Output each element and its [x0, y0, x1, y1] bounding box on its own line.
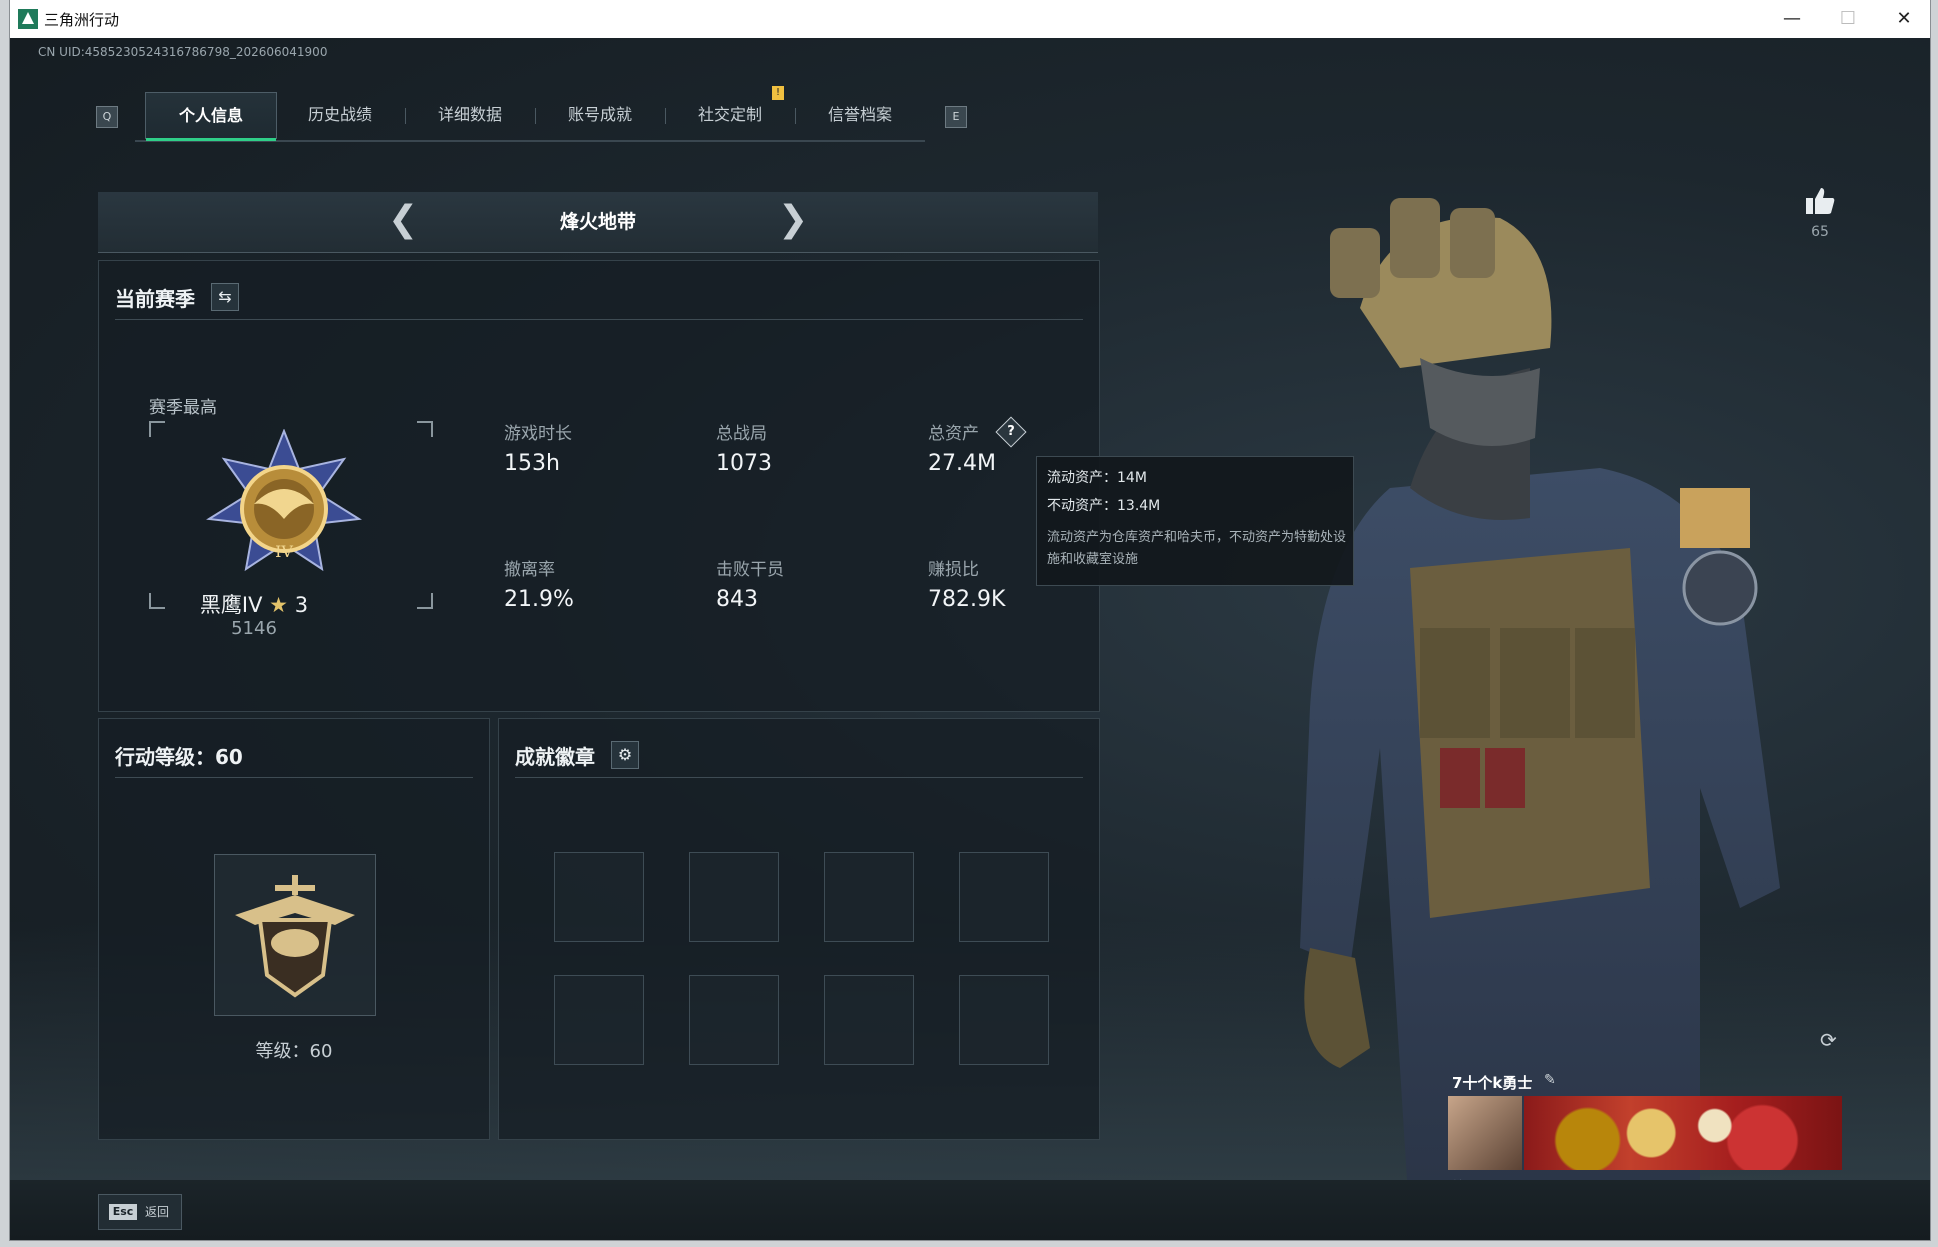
stat-extraction-rate-value: 21.9%	[504, 587, 574, 612]
stat-profit-ratio-value: 782.9K	[928, 587, 1006, 612]
tooltip-note: 流动资产为仓库资产和哈夫币，不动资产为特勤处设施和收藏室设施	[1047, 530, 1347, 567]
rank-name-row: 黑鹰IV ★ 3	[129, 589, 379, 619]
app-logo-icon	[18, 9, 38, 29]
panel-divider	[115, 319, 1083, 320]
help-icon[interactable]: ?	[995, 416, 1027, 448]
panel-divider	[515, 777, 1083, 778]
rank-points: 5146	[231, 618, 277, 639]
thumbs-up-icon[interactable]	[1804, 186, 1836, 216]
close-button[interactable]: ✕	[1876, 0, 1932, 38]
badge-slot[interactable]	[554, 975, 644, 1065]
frame-corner	[417, 593, 433, 609]
stat-extraction-rate-label: 撤离率	[504, 560, 555, 580]
mode-title: 烽火地带	[559, 211, 636, 233]
achievement-badges-title: 成就徽章	[515, 745, 595, 769]
stat-playtime-value: 153h	[504, 451, 560, 476]
current-season-title: 当前赛季	[115, 287, 195, 311]
maximize-button[interactable]: ☐	[1820, 0, 1876, 38]
stat-playtime-label: 游戏时长	[504, 424, 572, 444]
player-name: 7十个k勇士	[1452, 1074, 1533, 1092]
edit-name-pencil-icon[interactable]: ✎	[1544, 1072, 1556, 1088]
mode-selector: ❮ 烽火地带 ❯	[98, 192, 1098, 253]
badge-slot[interactable]	[959, 852, 1049, 942]
tooltip-fixed-assets: 不动资产：13.4M	[1047, 498, 1161, 514]
level-value-text: 等级：60	[255, 1041, 333, 1062]
level-emblem-frame	[214, 854, 376, 1016]
tab-prev-key-hint[interactable]: Q	[96, 106, 118, 128]
minimize-button[interactable]: —	[1764, 0, 1820, 38]
window-titlebar: 三角洲行动 — ☐ ✕	[10, 0, 1930, 38]
season-best-label: 赛季最高	[149, 398, 217, 418]
current-season-panel: 当前赛季 ⇆ 赛季最高 IV 黑鹰IV ★ 3 5146 游戏时长 153h 总…	[98, 260, 1100, 712]
uid-text: CN UID:4585230524316786798_202606041900	[38, 45, 328, 59]
rank-star-count: 3	[294, 593, 309, 617]
mode-next-arrow-icon[interactable]: ❯	[778, 200, 808, 240]
rank-star-icon: ★	[269, 593, 288, 617]
back-button[interactable]: Esc 返回	[98, 1194, 182, 1230]
profile-tabs: 个人信息 历史战绩 详细数据 账号成就 社交定制 信誉档案	[135, 92, 925, 142]
rank-emblem-icon: IV	[206, 429, 362, 572]
badge-slot[interactable]	[959, 975, 1049, 1065]
tab-personal-info[interactable]: 个人信息	[145, 92, 277, 141]
tab-detailed-data[interactable]: 详细数据	[405, 92, 535, 138]
badge-settings-gear-icon[interactable]: ⚙	[611, 741, 639, 769]
tab-notification-badge: !	[772, 86, 784, 100]
achievement-badges-panel: 成就徽章 ⚙	[498, 718, 1100, 1140]
action-level-title: 行动等级：60	[115, 745, 243, 769]
stat-total-matches-value: 1073	[716, 451, 772, 476]
action-level-panel: 行动等级：60 等级：60	[98, 718, 490, 1140]
tab-match-history[interactable]: 历史战绩	[275, 92, 405, 138]
player-banner-image[interactable]	[1524, 1096, 1842, 1170]
stat-kills-label: 击败干员	[716, 560, 784, 580]
refresh-icon[interactable]: ⟳	[1820, 1028, 1837, 1052]
rank-name: 黑鹰IV	[199, 593, 263, 617]
level-emblem-icon	[235, 875, 355, 998]
tooltip-liquid-assets: 流动资产：14M	[1047, 470, 1147, 486]
badge-slot[interactable]	[689, 975, 779, 1065]
game-viewport: CN UID:4585230524316786798_202606041900 …	[10, 38, 1930, 1240]
switch-season-icon[interactable]: ⇆	[211, 283, 239, 311]
svg-text:IV: IV	[275, 542, 293, 561]
like-count: 65	[1811, 224, 1829, 240]
esc-key-hint: Esc	[109, 1204, 137, 1220]
back-button-label: 返回	[145, 1205, 170, 1219]
tab-credit-record[interactable]: 信誉档案	[795, 92, 925, 138]
badge-slot[interactable]	[554, 852, 644, 942]
tab-account-achievements[interactable]: 账号成就	[535, 92, 665, 138]
stat-profit-ratio-label: 赚损比	[928, 560, 979, 580]
stat-total-assets-label: 总资产	[928, 424, 979, 444]
badge-slot[interactable]	[824, 975, 914, 1065]
like-widget[interactable]: 65	[1790, 186, 1850, 240]
panel-divider	[115, 777, 473, 778]
stat-total-assets-value: 27.4M	[928, 451, 996, 476]
stat-kills-value: 843	[716, 587, 758, 612]
app-window: 三角洲行动 — ☐ ✕ CN UID:4585230524316786798_2…	[10, 0, 1930, 1240]
window-title: 三角洲行动	[44, 11, 120, 29]
frame-corner	[149, 421, 165, 437]
badge-slot[interactable]	[689, 852, 779, 942]
assets-tooltip: 流动资产：14M 不动资产：13.4M 流动资产为仓库资产和哈夫币，不动资产为特…	[1036, 456, 1354, 586]
frame-corner	[417, 421, 433, 437]
stat-total-matches-label: 总战局	[716, 424, 767, 444]
tab-next-key-hint[interactable]: E	[945, 106, 967, 128]
bottom-bar: Esc 返回	[10, 1180, 1930, 1240]
player-avatar[interactable]	[1448, 1096, 1522, 1170]
badge-slot[interactable]	[824, 852, 914, 942]
